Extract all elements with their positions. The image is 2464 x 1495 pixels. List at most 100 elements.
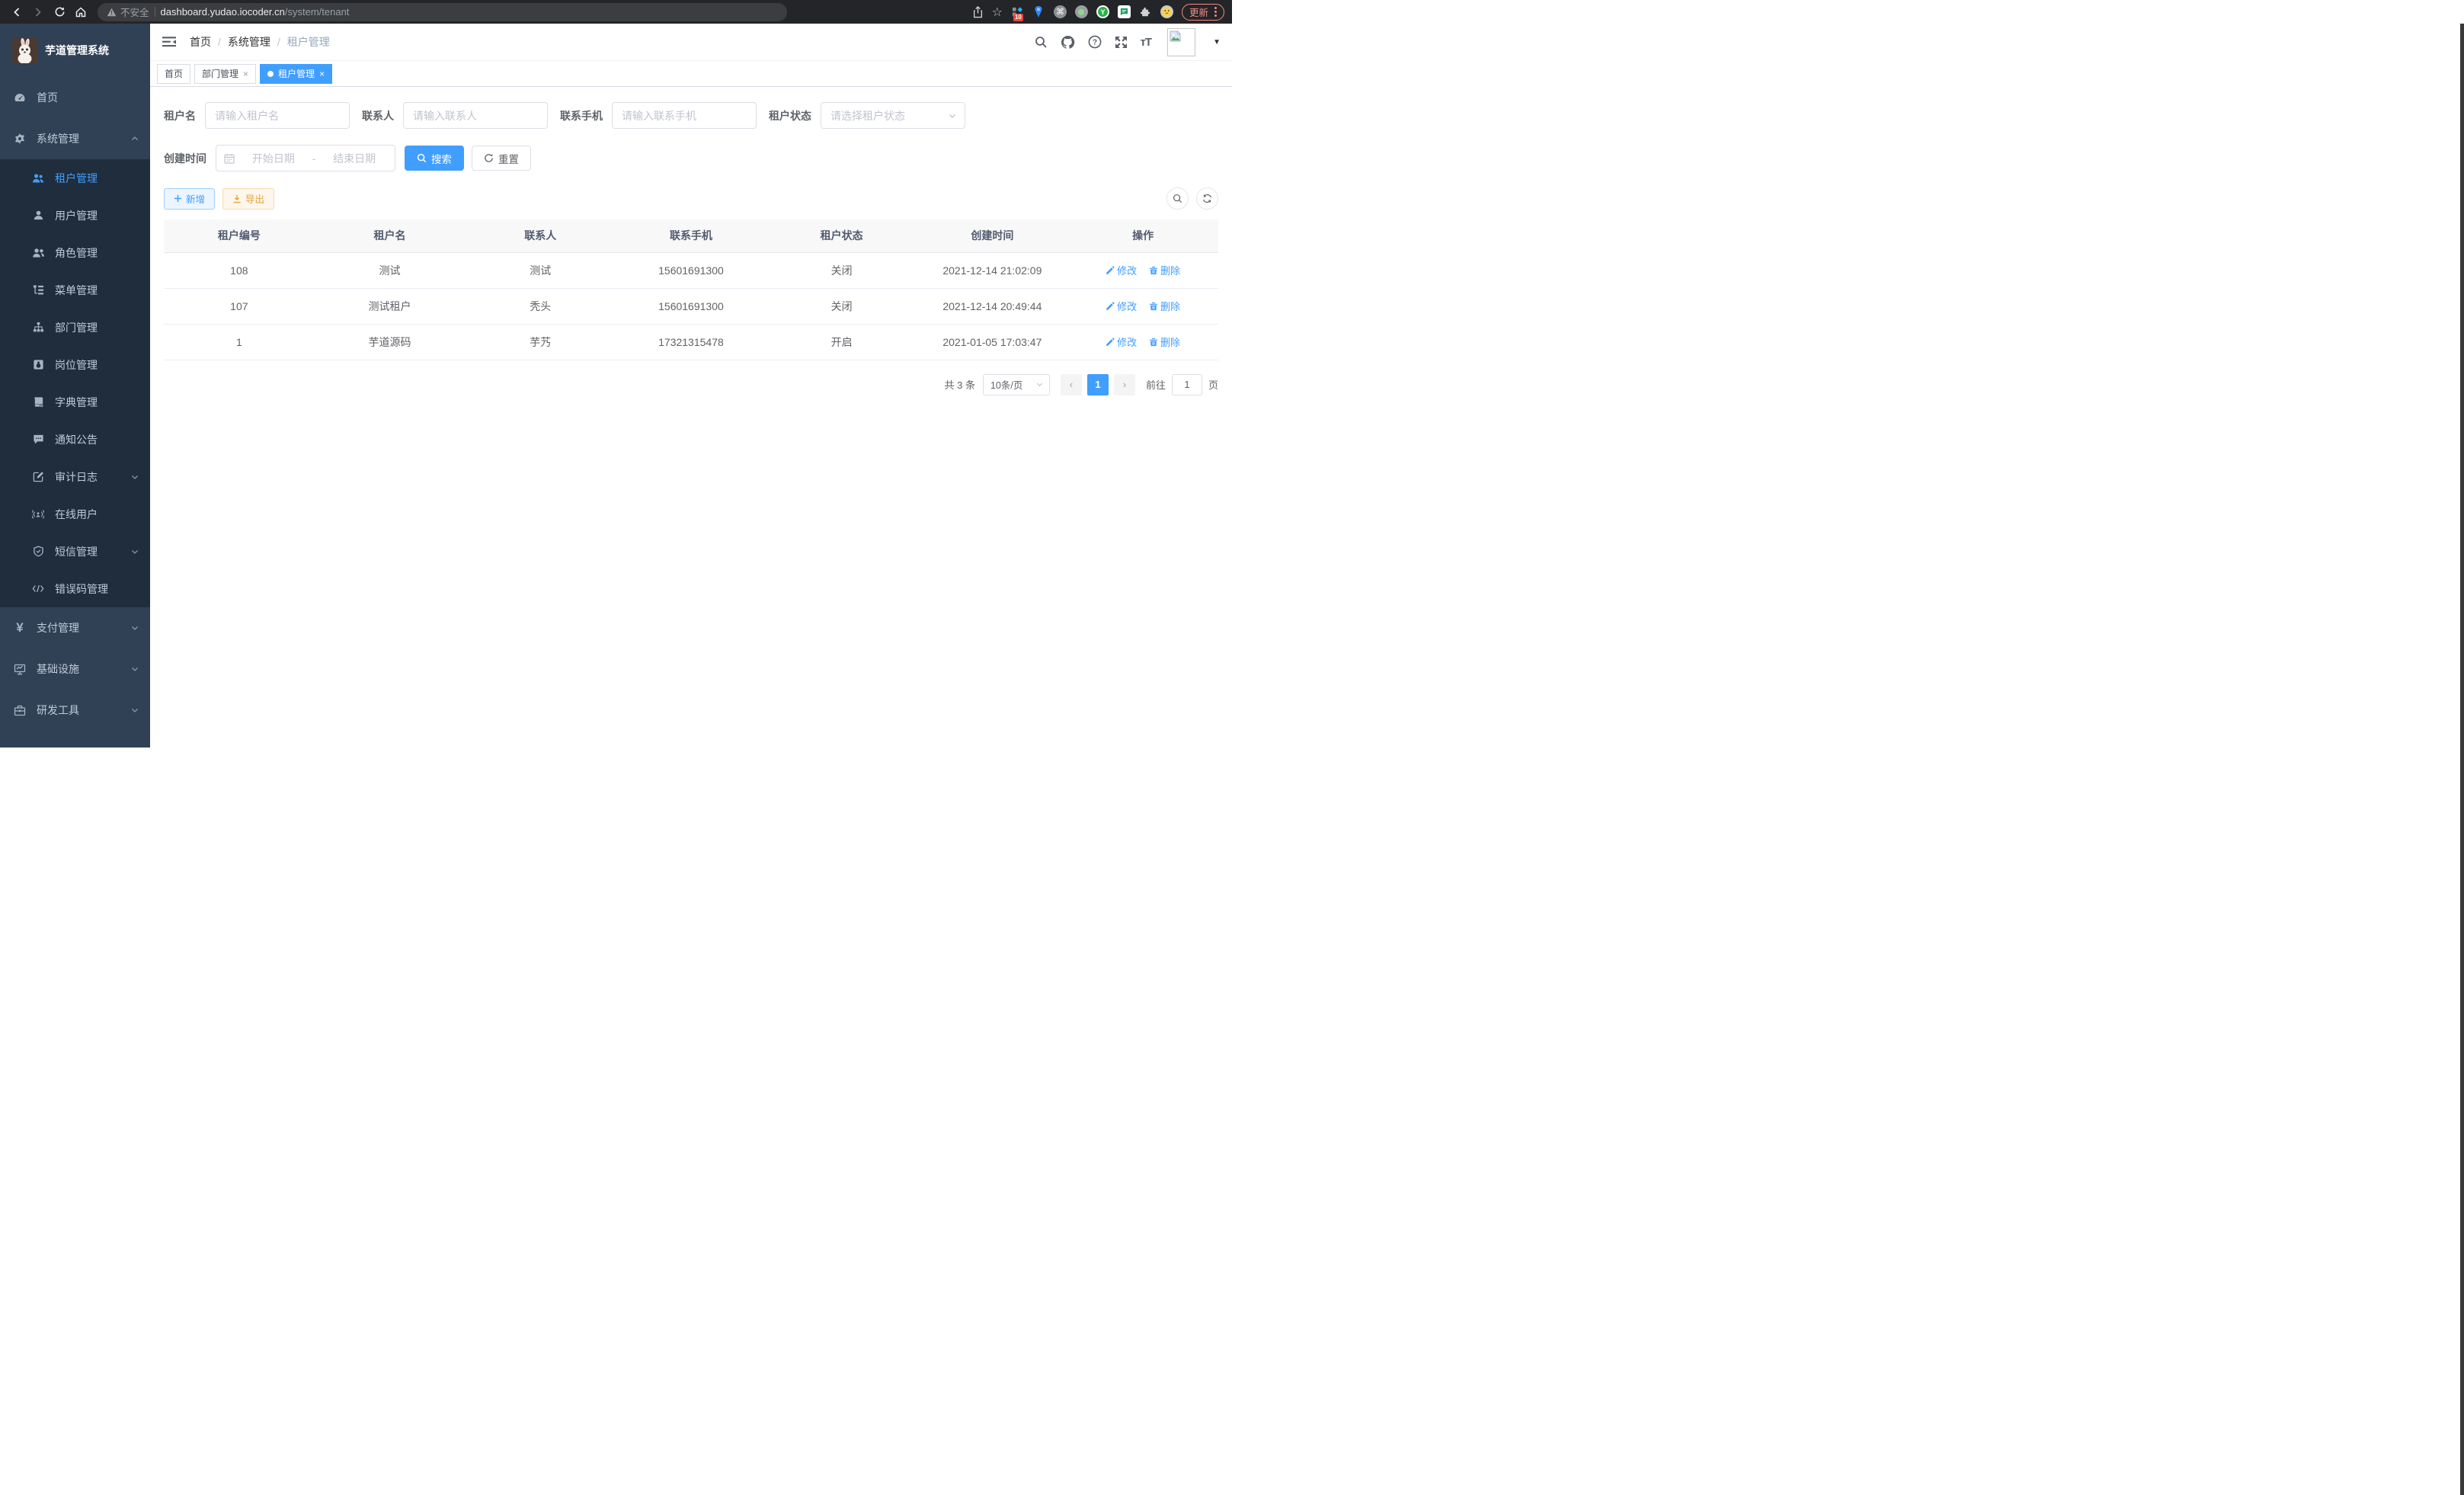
cell-name: 测试 (315, 252, 466, 288)
tab-dept[interactable]: 部门管理 × (194, 64, 256, 84)
sidebar-item-post[interactable]: 岗位管理 (0, 346, 150, 383)
profile-avatar-icon[interactable] (1160, 5, 1173, 18)
sidebar-item-notice[interactable]: 通知公告 (0, 421, 150, 458)
delete-label: 删除 (1160, 335, 1180, 349)
export-button[interactable]: 导出 (222, 188, 274, 210)
edit-link[interactable]: 修改 (1106, 263, 1137, 277)
menu-label: 在线用户 (55, 507, 139, 522)
extensions-puzzle-icon[interactable] (1139, 5, 1152, 18)
close-icon[interactable]: × (319, 69, 325, 79)
tab-home[interactable]: 首页 (157, 64, 190, 84)
update-label: 更新 (1189, 5, 1208, 19)
extension-chat-icon[interactable] (1118, 5, 1131, 18)
sidebar-item-pay[interactable]: ¥ 支付管理 (0, 607, 150, 648)
status-select[interactable]: 请选择租户状态 (821, 102, 965, 129)
edit-link[interactable]: 修改 (1106, 299, 1137, 313)
prev-page-button[interactable]: ‹ (1061, 374, 1082, 395)
extension-command-icon[interactable]: ⌘ (1054, 5, 1067, 18)
edit-link[interactable]: 修改 (1106, 335, 1137, 349)
devtools-icon (14, 705, 26, 716)
address-bar[interactable]: 不安全 dashboard.yudao.iocoder.cn/system/te… (98, 3, 787, 21)
sidebar-item-sms[interactable]: 短信管理 (0, 533, 150, 570)
sidebar-item-online-users[interactable]: 在线用户 (0, 495, 150, 533)
security-warning[interactable]: 不安全 (107, 5, 149, 19)
url-path: /system/tenant (285, 6, 350, 18)
breadcrumb-separator: / (277, 36, 280, 48)
contact-input[interactable] (403, 102, 548, 129)
menu-label: 菜单管理 (55, 283, 139, 298)
breadcrumb-home[interactable]: 首页 (190, 34, 211, 50)
page-size-value: 10条/页 (990, 377, 1035, 392)
sidebar-item-audit-log[interactable]: 审计日志 (0, 458, 150, 495)
show-search-button[interactable] (1166, 187, 1189, 210)
share-icon[interactable] (972, 6, 984, 18)
extension-y-icon[interactable]: Y (1096, 5, 1109, 18)
window-scrollbar[interactable] (2460, 24, 2464, 1495)
breadcrumb-system[interactable]: 系统管理 (228, 34, 270, 50)
sidebar-item-tenant[interactable]: 租户管理 (0, 159, 150, 197)
tenant-name-input[interactable] (205, 102, 350, 129)
fullscreen-icon[interactable] (1115, 36, 1128, 49)
post-icon (32, 359, 44, 370)
date-range-picker[interactable]: 开始日期 - 结束日期 (216, 145, 395, 171)
sidebar-item-user[interactable]: 用户管理 (0, 197, 150, 234)
browser-home-button[interactable] (72, 3, 90, 21)
add-button[interactable]: 新增 (164, 188, 215, 210)
sidebar-logo[interactable]: 芋道管理系统 (0, 24, 150, 77)
active-dot (267, 71, 274, 77)
delete-link[interactable]: 删除 (1149, 335, 1180, 349)
search-icon[interactable] (1035, 36, 1048, 49)
sidebar-item-dict[interactable]: 字典管理 (0, 383, 150, 421)
avatar-caret-icon[interactable]: ▼ (1213, 38, 1221, 46)
chevron-down-icon (948, 111, 957, 120)
mobile-input[interactable] (612, 102, 757, 129)
delete-link[interactable]: 删除 (1149, 263, 1180, 277)
sidebar-item-dept[interactable]: 部门管理 (0, 309, 150, 346)
browser-back-button[interactable] (8, 3, 26, 21)
sidebar-item-system[interactable]: 系统管理 (0, 118, 150, 159)
menu-label: 字典管理 (55, 395, 139, 410)
extension-pin-icon[interactable] (1032, 5, 1045, 18)
tab-tenant[interactable]: 租户管理 × (260, 64, 332, 84)
cell-mobile: 17321315478 (616, 324, 766, 360)
tab-label: 租户管理 (278, 67, 315, 80)
pagination: 共 3 条 10条/页 ‹ 1 › 前往 页 (164, 374, 1218, 395)
page-size-select[interactable]: 10条/页 (983, 374, 1050, 395)
goto-label: 前往 (1146, 377, 1166, 392)
next-page-button[interactable]: › (1114, 374, 1135, 395)
sidebar-item-devtools[interactable]: 研发工具 (0, 690, 150, 731)
browser-update-button[interactable]: 更新 (1182, 4, 1224, 21)
extension-grid-icon[interactable] (1011, 5, 1024, 18)
sidebar-item-home[interactable]: 首页 (0, 77, 150, 118)
user-avatar[interactable] (1167, 28, 1195, 56)
url-text[interactable]: dashboard.yudao.iocoder.cn/system/tenant (161, 6, 350, 18)
page-suffix: 页 (1208, 377, 1218, 392)
menu-label: 系统管理 (37, 131, 120, 146)
github-icon[interactable] (1061, 35, 1075, 50)
browser-reload-button[interactable] (50, 3, 69, 21)
chrome-menu-icon[interactable] (1214, 7, 1217, 17)
bookmark-star-icon[interactable]: ☆ (992, 5, 1003, 20)
search-button[interactable]: 搜索 (405, 146, 464, 171)
refresh-icon (1202, 194, 1212, 203)
col-tenant-name: 租户名 (315, 219, 466, 252)
help-icon[interactable]: ? (1088, 35, 1102, 49)
sidebar-collapse-button[interactable] (159, 33, 179, 51)
reset-button[interactable]: 重置 (472, 146, 531, 171)
pagination-total: 共 3 条 (945, 377, 975, 392)
online-users-icon (32, 509, 44, 520)
reset-button-label: 重置 (498, 151, 519, 166)
sidebar-item-infra[interactable]: 基础设施 (0, 648, 150, 690)
sidebar-item-menu[interactable]: 菜单管理 (0, 271, 150, 309)
font-size-icon[interactable]: ᴛT (1141, 36, 1152, 49)
sidebar-item-role[interactable]: 角色管理 (0, 234, 150, 271)
chevron-down-icon (130, 547, 139, 556)
close-icon[interactable]: × (243, 69, 248, 79)
delete-link[interactable]: 删除 (1149, 299, 1180, 313)
sidebar-item-error-code[interactable]: 错误码管理 (0, 570, 150, 607)
extension-dot-icon[interactable] (1075, 5, 1088, 18)
browser-forward-button[interactable] (29, 3, 47, 21)
goto-page-input[interactable] (1172, 374, 1202, 395)
current-page-button[interactable]: 1 (1087, 374, 1109, 395)
refresh-button[interactable] (1196, 187, 1218, 210)
